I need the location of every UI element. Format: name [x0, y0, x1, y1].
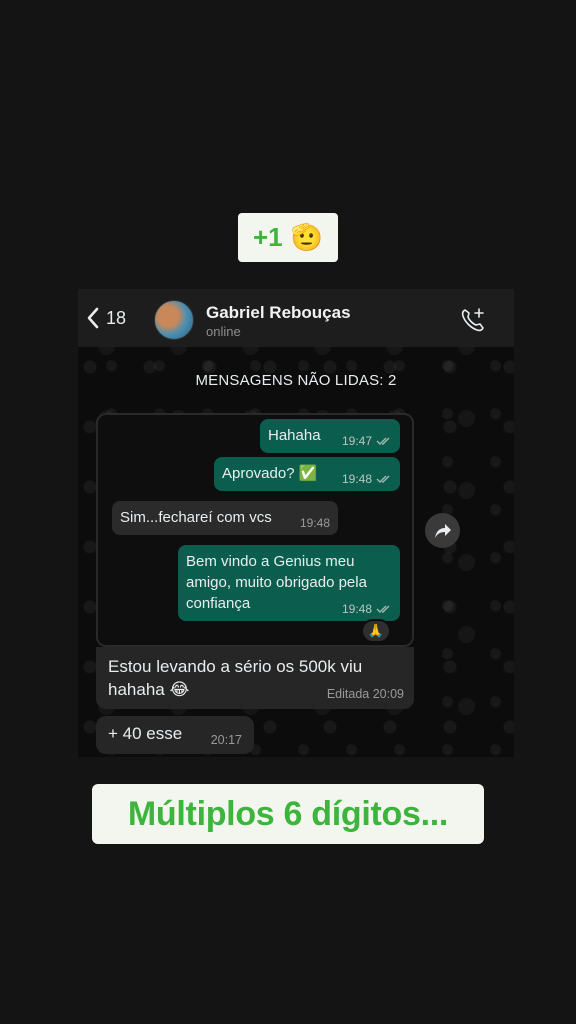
- message-bubble: Sim...fechareí com vcs 19:48: [112, 501, 338, 535]
- back-button[interactable]: 18: [86, 307, 126, 329]
- contact-name: Gabriel Rebouças: [206, 303, 351, 322]
- message-time-label: 19:48: [341, 472, 372, 486]
- message-bubble: Bem vindo a Genius meu amigo, muito obri…: [178, 545, 400, 621]
- reply-message-time: Editada 20:09: [326, 687, 404, 701]
- forward-arrow-icon: [434, 523, 451, 538]
- message-bubble: Hahaha 19:47: [260, 419, 400, 453]
- top-sticker-text: +1: [252, 222, 283, 252]
- contact-status: online: [206, 324, 241, 339]
- message-time-label: 19:47: [341, 434, 372, 448]
- chat-header: 18 Gabriel Rebouças online: [78, 289, 514, 347]
- last-message-time: 20:17: [210, 733, 242, 747]
- message-bubble: Aprovado? ✅ 19:48: [214, 457, 400, 491]
- unread-chats-count: 18: [106, 307, 127, 328]
- message-time: 19:48: [342, 602, 392, 616]
- double-check-icon: [376, 437, 390, 445]
- message-time: 19:48: [342, 472, 392, 486]
- unread-messages-banner: MENSAGENS NÃO LIDAS: 2: [195, 372, 397, 389]
- double-check-icon: [376, 475, 390, 483]
- top-sticker: +1 🫡: [238, 213, 338, 262]
- bottom-sticker-text: Múltiplos 6 dígitos...: [127, 794, 449, 833]
- salute-emoji-icon: 🫡: [290, 222, 324, 253]
- chevron-left-icon: [87, 307, 99, 329]
- chat-screenshot: 18 Gabriel Rebouças online MENSAGENS NÃO…: [78, 289, 514, 757]
- avatar[interactable]: [154, 300, 194, 340]
- reply-message-bubble: Estou levando a sério os 500k viu hahaha…: [96, 647, 414, 709]
- message-time: 19:48: [299, 516, 330, 530]
- forward-button[interactable]: [425, 513, 460, 548]
- add-call-icon[interactable]: [460, 307, 486, 333]
- message-time: 19:47: [342, 434, 392, 448]
- contact-info[interactable]: Gabriel Rebouças online: [206, 303, 351, 339]
- message-time-label: 19:48: [341, 602, 372, 616]
- message-text: Aprovado? ✅: [222, 465, 318, 482]
- bottom-sticker: Múltiplos 6 dígitos...: [92, 784, 484, 844]
- last-message-bubble: + 40 esse 20:17: [96, 716, 254, 754]
- last-message-text: + 40 esse: [108, 724, 183, 743]
- quoted-chat-image[interactable]: Hahaha 19:47 Aprovado? ✅ 19:48 Sim...fec…: [96, 413, 414, 647]
- reaction-badge[interactable]: 🙏: [361, 619, 391, 643]
- message-text: Sim...fechareí com vcs: [120, 509, 272, 526]
- message-text: Hahaha: [268, 427, 321, 444]
- double-check-icon: [376, 605, 390, 613]
